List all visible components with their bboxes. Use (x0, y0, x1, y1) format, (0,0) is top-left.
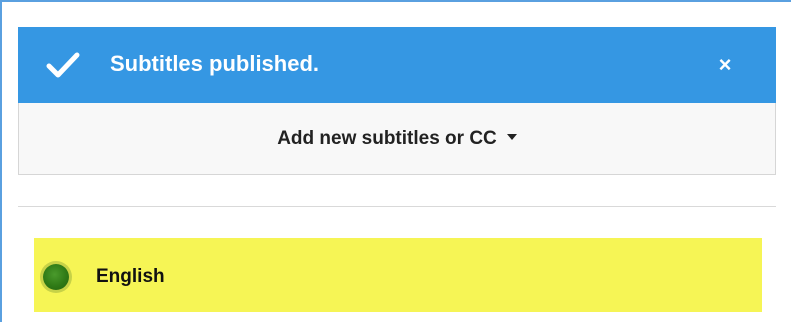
close-icon[interactable]: × (714, 52, 736, 78)
green-dot-icon (43, 264, 69, 290)
row-margin (18, 238, 34, 312)
divider (18, 206, 776, 207)
add-subtitles-button[interactable]: Add new subtitles or CC (18, 103, 776, 175)
published-notification: Subtitles published. × (18, 27, 776, 103)
add-subtitles-label: Add new subtitles or CC (277, 127, 497, 149)
notification-message: Subtitles published. (110, 51, 320, 76)
caret-down-icon (506, 133, 517, 140)
language-label: English (96, 266, 165, 287)
checkmark-icon (46, 52, 80, 78)
